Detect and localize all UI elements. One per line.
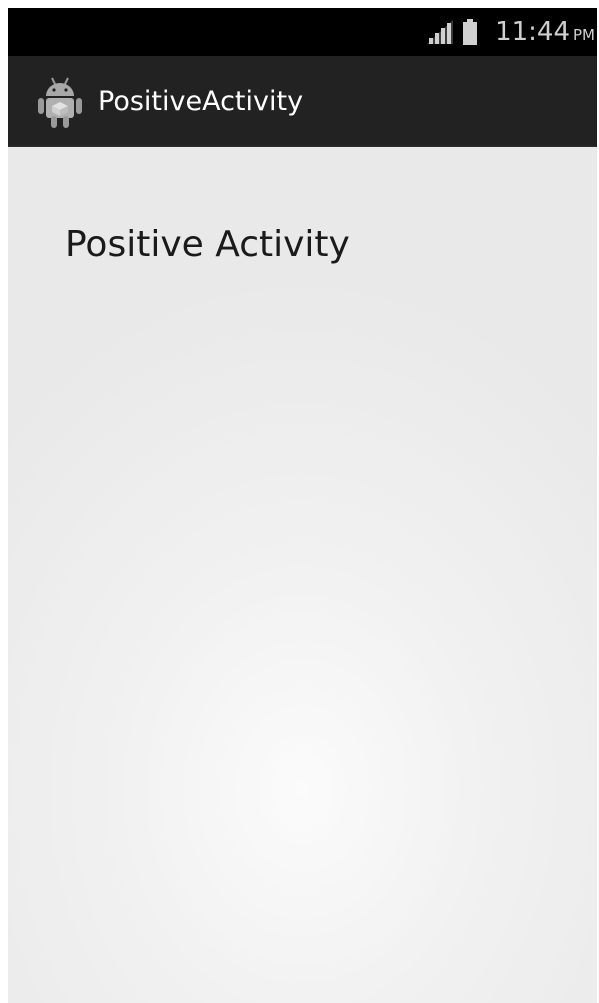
action-bar-title: PositiveActivity <box>98 86 304 117</box>
clock-time: 11:44 <box>495 17 570 47</box>
activity-content: Positive Activity <box>8 147 597 1003</box>
signal-icon <box>427 20 454 44</box>
device-screen: 11:44 PM PositiveActivity Positive Activ… <box>8 8 597 1003</box>
action-bar: PositiveActivity <box>8 56 597 147</box>
battery-icon <box>463 19 478 45</box>
content-text-view: Positive Activity <box>65 224 350 265</box>
status-bar: 11:44 PM <box>8 8 597 56</box>
android-app-icon[interactable] <box>38 76 82 128</box>
status-icons: 11:44 PM <box>427 8 595 56</box>
clock-ampm: PM <box>573 26 595 44</box>
status-clock: 11:44 PM <box>495 17 595 47</box>
